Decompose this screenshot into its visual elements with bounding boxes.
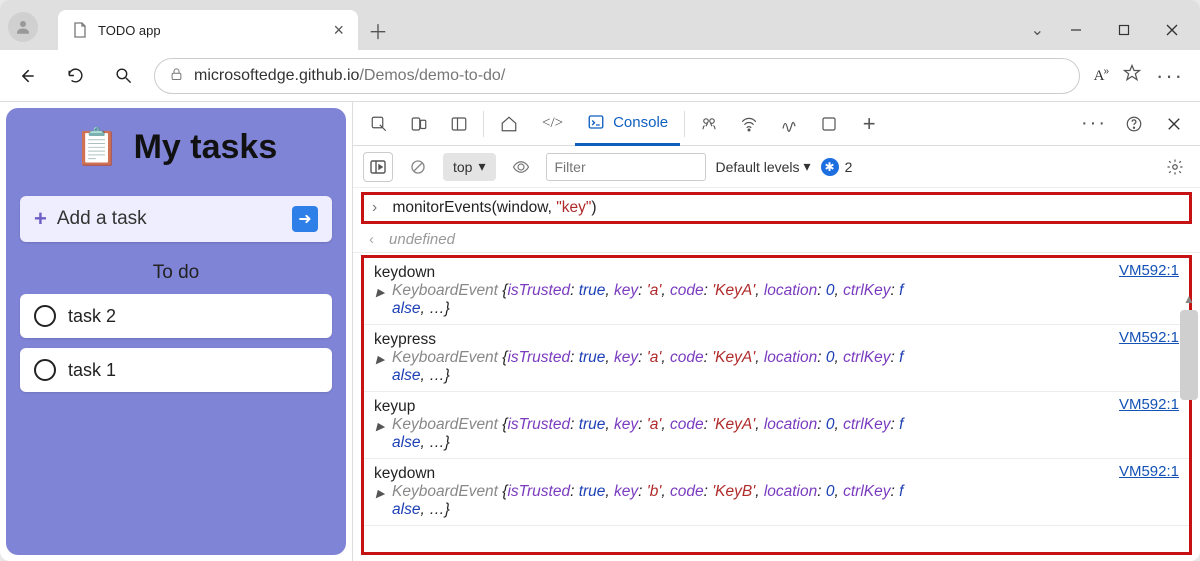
- source-link[interactable]: VM592:1: [1119, 329, 1179, 346]
- console-return: ‹ undefined: [353, 226, 1200, 253]
- scroll-thumb[interactable]: [1180, 310, 1198, 400]
- event-name: keydown: [374, 264, 1179, 282]
- memory-tab-icon[interactable]: [809, 102, 849, 146]
- chevron-down-icon[interactable]: ⌄: [1031, 20, 1044, 40]
- profile-button[interactable]: [8, 12, 38, 42]
- elements-tab[interactable]: </>: [530, 103, 575, 145]
- search-button[interactable]: [106, 59, 140, 93]
- event-object[interactable]: ▶KeyboardEvent {isTrusted: true, key: 'b…: [374, 483, 1179, 519]
- event-object[interactable]: ▶KeyboardEvent {isTrusted: true, key: 'a…: [374, 282, 1179, 318]
- log-levels-selector[interactable]: Default levels ▾: [716, 158, 811, 175]
- log-entry[interactable]: VM592:1keyup ▶KeyboardEvent {isTrusted: …: [364, 392, 1189, 459]
- browser-window: TODO app × ＋ ⌄: [0, 0, 1200, 561]
- favorite-button[interactable]: [1122, 63, 1142, 88]
- maximize-button[interactable]: [1100, 12, 1148, 48]
- expand-triangle-icon[interactable]: ▶: [376, 353, 384, 366]
- lock-icon: [169, 67, 184, 85]
- expand-triangle-icon[interactable]: ▶: [376, 420, 384, 433]
- section-header: To do: [20, 262, 332, 284]
- titlebar: TODO app × ＋ ⌄: [0, 0, 1200, 50]
- more-tools-button[interactable]: ···: [1074, 102, 1114, 146]
- browser-tab[interactable]: TODO app ×: [58, 10, 358, 50]
- log-entry[interactable]: VM592:1keypress ▶KeyboardEvent {isTruste…: [364, 325, 1189, 392]
- add-task-placeholder: Add a task: [57, 208, 282, 230]
- console-log-highlighted: VM592:1keydown ▶KeyboardEvent {isTrusted…: [361, 255, 1192, 555]
- checkbox-icon[interactable]: [34, 359, 56, 381]
- toolbar: microsoftedge.github.io/Demos/demo-to-do…: [0, 50, 1200, 102]
- console-input-highlighted: › monitorEvents(window, "key"): [361, 192, 1192, 224]
- app-title: My tasks: [134, 128, 278, 167]
- console-sidebar-toggle[interactable]: [363, 152, 393, 182]
- context-selector[interactable]: top ▾: [443, 153, 496, 181]
- task-label: task 1: [68, 360, 116, 381]
- read-aloud-button[interactable]: A»: [1094, 66, 1108, 85]
- console-settings-button[interactable]: [1160, 152, 1190, 182]
- event-object[interactable]: ▶KeyboardEvent {isTrusted: true, key: 'a…: [374, 416, 1179, 452]
- filter-input[interactable]: [546, 153, 706, 181]
- issues-button[interactable]: ✱ 2: [821, 158, 853, 176]
- clipboard-icon: 📋: [75, 126, 120, 168]
- task-label: task 2: [68, 306, 116, 327]
- dock-button[interactable]: [439, 102, 479, 146]
- source-link[interactable]: VM592:1: [1119, 463, 1179, 480]
- console-tab[interactable]: Console: [575, 102, 680, 146]
- tab-title: TODO app: [98, 23, 323, 38]
- submit-task-button[interactable]: ➜: [292, 206, 318, 232]
- event-object[interactable]: ▶KeyboardEvent {isTrusted: true, key: 'a…: [374, 349, 1179, 385]
- welcome-tab[interactable]: [488, 103, 530, 145]
- person-icon: [14, 18, 32, 36]
- plus-icon: +: [34, 206, 47, 232]
- address-bar[interactable]: microsoftedge.github.io/Demos/demo-to-do…: [154, 58, 1080, 94]
- expand-triangle-icon[interactable]: ▶: [376, 286, 384, 299]
- more-tabs-button[interactable]: +: [849, 102, 889, 146]
- source-link[interactable]: VM592:1: [1119, 396, 1179, 413]
- content: 📋 My tasks + Add a task ➜ To do task 2 t…: [0, 102, 1200, 561]
- return-icon: ‹: [369, 231, 374, 248]
- event-name: keydown: [374, 465, 1179, 483]
- minimize-button[interactable]: [1052, 12, 1100, 48]
- performance-tab-icon[interactable]: [769, 102, 809, 146]
- task-row[interactable]: task 1: [20, 348, 332, 392]
- more-button[interactable]: ···: [1156, 63, 1184, 89]
- clear-console-button[interactable]: [403, 152, 433, 182]
- task-row[interactable]: task 2: [20, 294, 332, 338]
- window-controls: ⌄: [1031, 10, 1200, 50]
- event-name: keypress: [374, 331, 1179, 349]
- network-tab-icon[interactable]: [729, 102, 769, 146]
- log-entry[interactable]: VM592:1keydown ▶KeyboardEvent {isTrusted…: [364, 258, 1189, 325]
- url-text: microsoftedge.github.io/Demos/demo-to-do…: [194, 67, 505, 85]
- checkbox-icon[interactable]: [34, 305, 56, 327]
- refresh-button[interactable]: [58, 59, 92, 93]
- scroll-up-arrow[interactable]: ▲: [1180, 292, 1198, 308]
- scrollbar[interactable]: [1180, 310, 1198, 553]
- inspect-button[interactable]: [359, 102, 399, 146]
- new-tab-button[interactable]: ＋: [358, 10, 398, 50]
- todo-app: 📋 My tasks + Add a task ➜ To do task 2 t…: [6, 108, 346, 555]
- close-window-button[interactable]: [1148, 12, 1196, 48]
- chevron-down-icon: ▾: [478, 158, 485, 175]
- close-tab-button[interactable]: ×: [333, 20, 344, 41]
- expand-triangle-icon[interactable]: ▶: [376, 487, 384, 500]
- console-toolbar: top ▾ Default levels ▾ ✱ 2: [353, 146, 1200, 188]
- close-devtools-button[interactable]: [1154, 102, 1194, 146]
- event-name: keyup: [374, 398, 1179, 416]
- devtools-panel: </> Console + ···: [352, 102, 1200, 561]
- source-link[interactable]: VM592:1: [1119, 262, 1179, 279]
- sources-tab-icon[interactable]: [689, 102, 729, 146]
- issue-badge-icon: ✱: [821, 158, 839, 176]
- prompt-icon: ›: [372, 199, 377, 216]
- file-icon: [72, 22, 88, 38]
- add-task-input[interactable]: + Add a task ➜: [20, 196, 332, 242]
- devtools-tabstrip: </> Console + ···: [353, 102, 1200, 146]
- live-expression-button[interactable]: [506, 152, 536, 182]
- log-entry[interactable]: VM592:1keydown ▶KeyboardEvent {isTrusted…: [364, 459, 1189, 526]
- chevron-down-icon: ▾: [804, 158, 811, 175]
- device-toggle-button[interactable]: [399, 102, 439, 146]
- back-button[interactable]: [10, 59, 44, 93]
- help-button[interactable]: [1114, 102, 1154, 146]
